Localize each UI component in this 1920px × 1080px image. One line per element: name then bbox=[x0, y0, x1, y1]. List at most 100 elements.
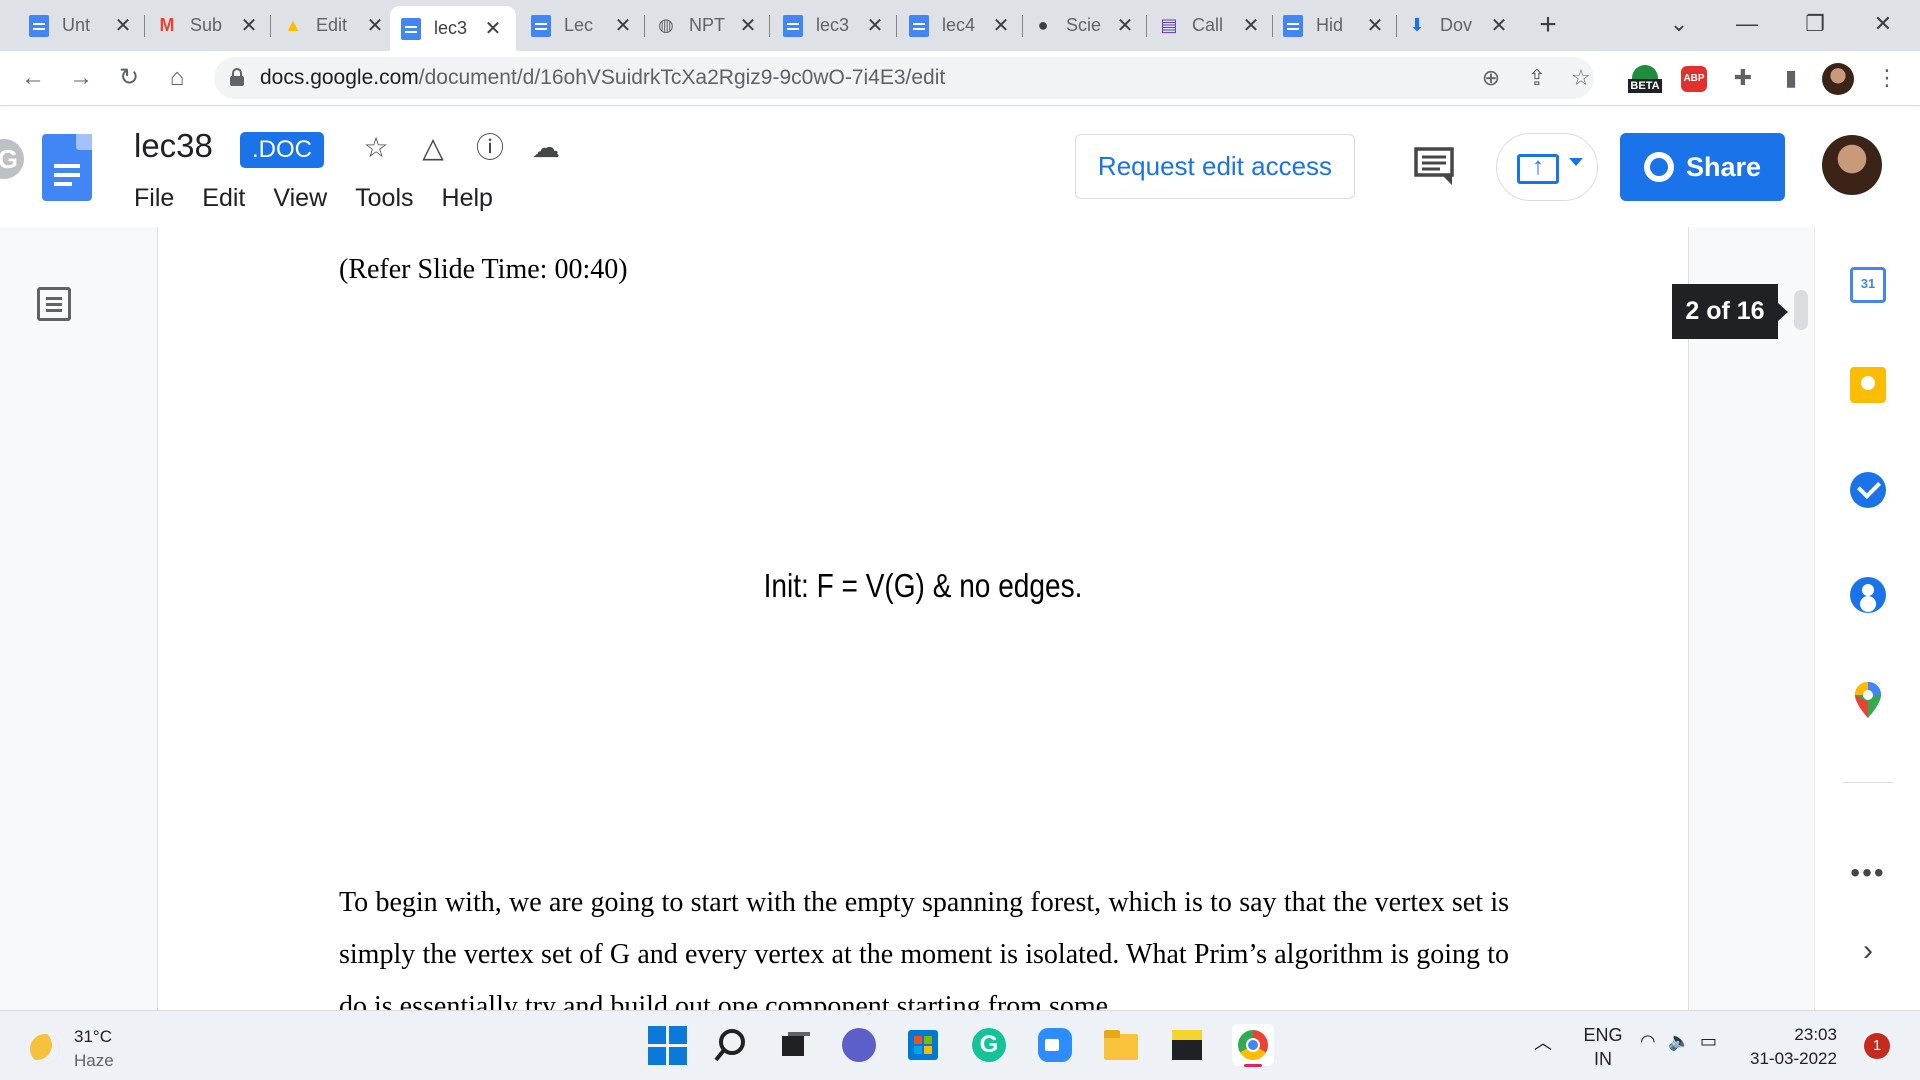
menu-view[interactable]: View bbox=[273, 184, 327, 213]
tasks-icon[interactable] bbox=[1850, 472, 1886, 508]
back-icon[interactable]: ← bbox=[16, 61, 50, 95]
tab-search-icon[interactable]: ⌄ bbox=[1654, 6, 1704, 42]
notification-badge[interactable]: 1 bbox=[1864, 1033, 1890, 1059]
tab-title: NPT bbox=[689, 15, 725, 35]
browser-tab[interactable]: ● Scie ✕ bbox=[1022, 6, 1148, 45]
grammarly-badge[interactable]: G bbox=[0, 139, 24, 179]
adblock-icon[interactable]: ABP bbox=[1678, 61, 1712, 95]
browser-tab[interactable]: ◍ NPT ✕ bbox=[645, 6, 771, 45]
lock-icon[interactable] bbox=[230, 68, 244, 86]
tab-close-icon[interactable]: ✕ bbox=[114, 13, 132, 38]
chevron-right-icon[interactable]: › bbox=[1843, 934, 1893, 968]
tab-close-icon[interactable]: ✕ bbox=[1116, 13, 1134, 38]
microsoft-store-icon[interactable] bbox=[902, 1024, 944, 1066]
weather-temperature: 31°C bbox=[74, 1027, 112, 1046]
calendar-icon[interactable]: 31 bbox=[1850, 267, 1886, 303]
document-canvas[interactable]: (Refer Slide Time: 00:40) Init: F = V(G)… bbox=[0, 227, 1920, 1010]
language-indicator[interactable]: ENG IN bbox=[1578, 1023, 1628, 1071]
menu-edit[interactable]: Edit bbox=[202, 184, 245, 213]
windows-start-icon[interactable] bbox=[646, 1024, 688, 1066]
forward-icon[interactable]: → bbox=[64, 61, 98, 95]
profile-avatar[interactable] bbox=[1822, 63, 1854, 95]
more-addons-icon[interactable]: ••• bbox=[1843, 857, 1893, 889]
tab-close-icon[interactable]: ✕ bbox=[739, 13, 757, 38]
browser-tab[interactable]: lec3 ✕ bbox=[772, 6, 898, 45]
star-icon[interactable]: ☆ bbox=[357, 129, 395, 167]
browser-tab[interactable]: Hid ✕ bbox=[1272, 6, 1398, 45]
tab-close-icon[interactable]: ✕ bbox=[1242, 13, 1260, 38]
file-explorer-icon[interactable] bbox=[1100, 1024, 1142, 1066]
docs-icon bbox=[1282, 14, 1304, 37]
extension-beta-icon[interactable]: BETA bbox=[1628, 61, 1662, 95]
document-title[interactable]: lec38 bbox=[134, 127, 213, 165]
reload-icon[interactable]: ↻ bbox=[112, 61, 146, 95]
browser-tab[interactable]: Lec ✕ bbox=[520, 6, 646, 45]
close-window-button[interactable]: ✕ bbox=[1858, 6, 1908, 42]
url-text[interactable]: docs.google.com/document/d/16ohVSuidrkTc… bbox=[260, 66, 945, 90]
teams-chat-icon[interactable] bbox=[838, 1024, 880, 1066]
weather-widget[interactable]: 31°C Haze bbox=[30, 1025, 114, 1073]
maps-icon[interactable] bbox=[1855, 682, 1881, 718]
region-code: IN bbox=[1594, 1049, 1612, 1069]
document-page[interactable]: (Refer Slide Time: 00:40) Init: F = V(G)… bbox=[157, 227, 1689, 1010]
menu-file[interactable]: File bbox=[134, 184, 174, 213]
bookmark-star-icon[interactable]: ☆ bbox=[1566, 63, 1596, 93]
browser-tab[interactable]: ⬇ Dov ✕ bbox=[1396, 6, 1522, 45]
account-avatar[interactable] bbox=[1822, 135, 1882, 195]
tab-close-icon[interactable]: ✕ bbox=[1490, 13, 1508, 38]
search-icon[interactable] bbox=[710, 1024, 752, 1066]
document-details-icon[interactable]: ⓘ bbox=[471, 129, 509, 167]
scrollbar-thumb[interactable] bbox=[1794, 290, 1808, 330]
home-icon[interactable]: ⌂ bbox=[160, 61, 194, 95]
tab-title: Call bbox=[1192, 15, 1224, 35]
browser-tab[interactable]: lec3 ✕ bbox=[390, 6, 516, 51]
side-panel-icon[interactable]: ▮ bbox=[1774, 61, 1808, 95]
zoom-app-icon[interactable] bbox=[1034, 1024, 1076, 1066]
menu-help[interactable]: Help bbox=[442, 184, 493, 213]
minimize-button[interactable]: — bbox=[1722, 6, 1772, 42]
address-bar[interactable]: docs.google.com/document/d/16ohVSuidrkTc… bbox=[214, 57, 1594, 99]
share-button[interactable]: Share bbox=[1620, 133, 1785, 201]
chrome-menu-icon[interactable]: ⋮ bbox=[1870, 61, 1904, 95]
tab-close-icon[interactable]: ✕ bbox=[614, 13, 632, 38]
browser-tab[interactable]: M Sub ✕ bbox=[146, 6, 272, 45]
clock[interactable]: 23:03 31-03-2022 bbox=[1750, 1023, 1837, 1071]
tab-title: Lec bbox=[564, 15, 594, 35]
battery-icon[interactable]: ▭ bbox=[1700, 1031, 1717, 1052]
menu-tools[interactable]: Tools bbox=[355, 184, 413, 213]
volume-icon[interactable]: 🔈 bbox=[1668, 1031, 1690, 1052]
contacts-icon[interactable] bbox=[1850, 577, 1886, 613]
share-page-icon[interactable]: ⇪ bbox=[1522, 63, 1552, 93]
docs-home-icon[interactable] bbox=[42, 134, 92, 201]
new-tab-button[interactable]: + bbox=[1530, 8, 1566, 44]
document-outline-icon[interactable] bbox=[37, 287, 71, 321]
sticky-notes-icon[interactable] bbox=[1166, 1024, 1208, 1066]
tab-title: lec3 bbox=[434, 18, 468, 38]
grammarly-icon[interactable]: G bbox=[968, 1024, 1010, 1066]
tab-close-icon[interactable]: ✕ bbox=[992, 13, 1010, 38]
browser-tab[interactable]: ▤ Call ✕ bbox=[1148, 6, 1274, 45]
keep-icon[interactable] bbox=[1850, 367, 1886, 403]
tab-close-icon[interactable]: ✕ bbox=[366, 13, 384, 38]
tab-close-icon[interactable]: ✕ bbox=[484, 16, 502, 41]
wifi-icon[interactable]: ◠ bbox=[1640, 1031, 1656, 1052]
cloud-status-icon[interactable]: ☁ bbox=[527, 129, 565, 167]
chrome-taskbar-icon[interactable] bbox=[1232, 1024, 1274, 1067]
tab-close-icon[interactable]: ✕ bbox=[1366, 13, 1384, 38]
tab-close-icon[interactable]: ✕ bbox=[866, 13, 884, 38]
tab-close-icon[interactable]: ✕ bbox=[240, 13, 258, 38]
browser-tab[interactable]: lec4 ✕ bbox=[898, 6, 1024, 45]
add-shortcut-drive-icon[interactable]: △ bbox=[414, 129, 452, 167]
chevron-up-icon[interactable]: ︿ bbox=[1534, 1029, 1552, 1055]
browser-tab[interactable]: ▲ Edit ✕ bbox=[272, 6, 398, 45]
present-button[interactable]: ↑ bbox=[1496, 133, 1598, 201]
task-view-icon[interactable] bbox=[774, 1024, 816, 1066]
zoom-icon[interactable]: ⊕ bbox=[1476, 63, 1506, 93]
abp-label: ABP bbox=[1681, 66, 1707, 92]
extensions-puzzle-icon[interactable]: ✚ bbox=[1726, 61, 1760, 95]
comments-icon[interactable] bbox=[1412, 143, 1456, 187]
maximize-button[interactable]: ❐ bbox=[1790, 6, 1840, 42]
browser-tab[interactable]: Unt ✕ bbox=[18, 6, 146, 45]
tab-separator bbox=[270, 15, 271, 37]
request-edit-access-button[interactable]: Request edit access bbox=[1075, 134, 1355, 199]
